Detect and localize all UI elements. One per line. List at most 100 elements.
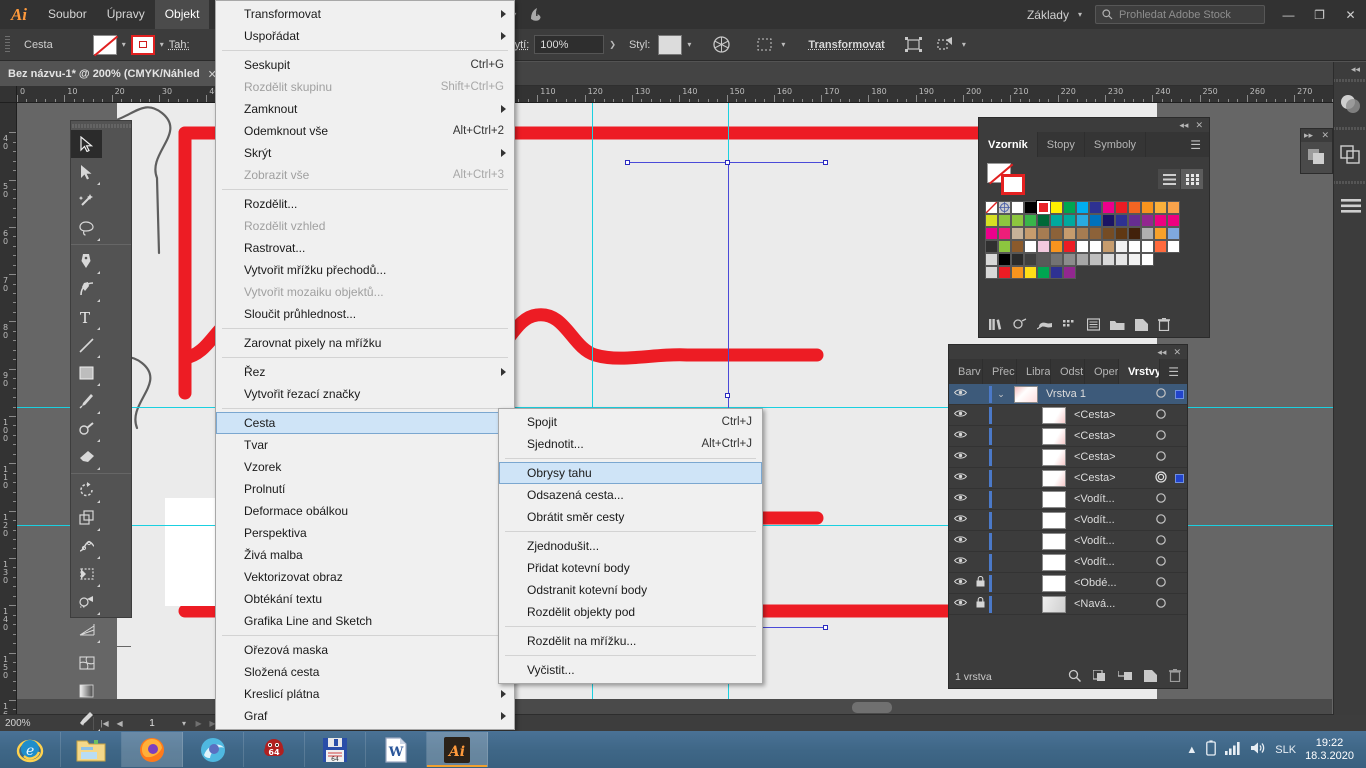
- swatch-grid[interactable]: [979, 199, 1209, 281]
- swatch[interactable]: [1011, 227, 1024, 240]
- volume-icon[interactable]: [1250, 741, 1266, 758]
- swatch[interactable]: [1063, 227, 1076, 240]
- layer-row[interactable]: <Vodít...: [949, 552, 1187, 573]
- transform-panel-link[interactable]: Transformovat: [808, 39, 884, 51]
- target-circle-icon[interactable]: [1151, 492, 1171, 507]
- swatch[interactable]: [1089, 201, 1102, 214]
- restore-button[interactable]: ❐: [1304, 0, 1335, 29]
- mesh-tool[interactable]: [71, 649, 102, 677]
- eye-icon[interactable]: [949, 535, 971, 547]
- layer-row[interactable]: <Cesta>: [949, 426, 1187, 447]
- swatch[interactable]: [1011, 266, 1024, 279]
- object-menu-item[interactable]: Složená cesta: [216, 661, 514, 683]
- path-submenu-item[interactable]: Rozdělit objekty pod: [499, 601, 762, 623]
- type-tool[interactable]: T: [71, 303, 102, 331]
- language-indicator[interactable]: SLK: [1275, 744, 1296, 756]
- list-view-button[interactable]: [1158, 169, 1180, 189]
- shape-builder-icon[interactable]: [935, 34, 957, 56]
- chevron-down-icon[interactable]: ⌄: [992, 389, 1010, 400]
- lock-icon[interactable]: [971, 597, 989, 611]
- anchor-point[interactable]: [725, 393, 730, 398]
- swatch[interactable]: [1115, 201, 1128, 214]
- swatch[interactable]: [998, 201, 1011, 214]
- swatch[interactable]: [1167, 214, 1180, 227]
- path-submenu-item[interactable]: Odsazená cesta...: [499, 484, 762, 506]
- eye-icon[interactable]: [949, 472, 971, 484]
- swatch[interactable]: [1141, 253, 1154, 266]
- swatch[interactable]: [1024, 214, 1037, 227]
- object-menu-item[interactable]: Graf: [216, 705, 514, 727]
- swatch[interactable]: [998, 240, 1011, 253]
- object-menu-item[interactable]: Vzorek: [216, 456, 514, 478]
- path-submenu-item[interactable]: Obrysy tahu: [499, 462, 762, 484]
- delete-layer-icon[interactable]: [1169, 669, 1181, 685]
- object-menu-item[interactable]: Perspektiva: [216, 522, 514, 544]
- opacity-input[interactable]: 100%: [534, 35, 604, 54]
- align-icon[interactable]: [903, 34, 925, 56]
- taskbar-browser[interactable]: [183, 732, 244, 767]
- swatch[interactable]: [1050, 227, 1063, 240]
- taskbar-word[interactable]: W: [366, 732, 427, 767]
- swatch[interactable]: [1011, 201, 1024, 214]
- artboard-chevron-icon[interactable]: ▾: [182, 719, 186, 728]
- layer-name[interactable]: <Vodít...: [1070, 514, 1151, 526]
- swatch[interactable]: [1115, 253, 1128, 266]
- swatch[interactable]: [1141, 240, 1154, 253]
- swatch[interactable]: [1037, 214, 1050, 227]
- vertical-ruler[interactable]: 4 05 06 07 08 09 01 0 01 1 01 2 01 3 01 …: [0, 103, 17, 715]
- object-menu-item[interactable]: SeskupitCtrl+G: [216, 54, 514, 76]
- eye-icon[interactable]: [949, 598, 971, 610]
- color-group-icon[interactable]: [1013, 318, 1027, 334]
- path-submenu-item[interactable]: Odstranit kotevní body: [499, 579, 762, 601]
- line-segment-tool[interactable]: [71, 331, 102, 359]
- adobe-stock-search[interactable]: Prohledat Adobe Stock: [1095, 5, 1265, 24]
- tab-stopy[interactable]: Stopy: [1038, 132, 1085, 157]
- swatch[interactable]: [1102, 227, 1115, 240]
- anchor-point[interactable]: [823, 160, 828, 165]
- path-submenu-item[interactable]: Obrátit směr cesty: [499, 506, 762, 528]
- object-menu-item[interactable]: Uspořádat: [216, 25, 514, 47]
- layer-row[interactable]: <Vodít...: [949, 489, 1187, 510]
- select-similar-chevron-icon[interactable]: ▾: [781, 40, 785, 49]
- pathfinder-panel-icon[interactable]: [1334, 132, 1366, 178]
- layers-list[interactable]: ⌄Vrstva 1<Cesta><Cesta><Cesta><Cesta><Vo…: [949, 384, 1187, 615]
- tab-vzornik[interactable]: Vzorník: [979, 132, 1038, 157]
- swatch-libraries-icon[interactable]: [989, 318, 1003, 334]
- taskbar-illustrator[interactable]: Ai: [427, 732, 488, 767]
- swatch[interactable]: [1128, 214, 1141, 227]
- layer-name[interactable]: <Cesta>: [1070, 451, 1151, 463]
- object-menu-item[interactable]: Vytvořit řezací značky: [216, 383, 514, 405]
- curvature-tool[interactable]: [71, 275, 102, 303]
- swatch[interactable]: [1089, 214, 1102, 227]
- swatch[interactable]: [1037, 240, 1050, 253]
- panel-menu-icon[interactable]: ☰: [1182, 132, 1209, 157]
- swatch[interactable]: [1115, 227, 1128, 240]
- swatch[interactable]: [1050, 201, 1063, 214]
- swatch[interactable]: [1141, 227, 1154, 240]
- swatch[interactable]: [998, 253, 1011, 266]
- swatch[interactable]: [985, 240, 998, 253]
- scale-tool[interactable]: [71, 504, 102, 532]
- swatch[interactable]: [1050, 266, 1063, 279]
- layer-name[interactable]: <Cesta>: [1070, 409, 1151, 421]
- swatch[interactable]: [985, 227, 998, 240]
- swatch[interactable]: [1154, 201, 1167, 214]
- swatch[interactable]: [1063, 201, 1076, 214]
- layer-row[interactable]: <Cesta>: [949, 447, 1187, 468]
- layer-row[interactable]: <Vodít...: [949, 510, 1187, 531]
- pencil-tool[interactable]: [71, 415, 102, 443]
- swatch[interactable]: [985, 253, 998, 266]
- new-color-group-icon[interactable]: [1110, 319, 1125, 334]
- swatch[interactable]: [985, 201, 998, 214]
- tab-prechody[interactable]: Přec: [983, 359, 1017, 384]
- path-submenu-item[interactable]: Rozdělit na mřížku...: [499, 630, 762, 652]
- object-menu-item[interactable]: Prolnutí: [216, 478, 514, 500]
- object-menu-item[interactable]: Vektorizovat obraz: [216, 566, 514, 588]
- stroke-swatch[interactable]: [131, 35, 155, 55]
- taskbar-internet-explorer[interactable]: e: [0, 732, 61, 767]
- paintbrush-tool[interactable]: [71, 387, 102, 415]
- swatch[interactable]: [1063, 240, 1076, 253]
- swatch[interactable]: [1115, 214, 1128, 227]
- horizontal-scroll-thumb[interactable]: [852, 702, 892, 713]
- make-clipping-mask-icon[interactable]: [1093, 670, 1106, 685]
